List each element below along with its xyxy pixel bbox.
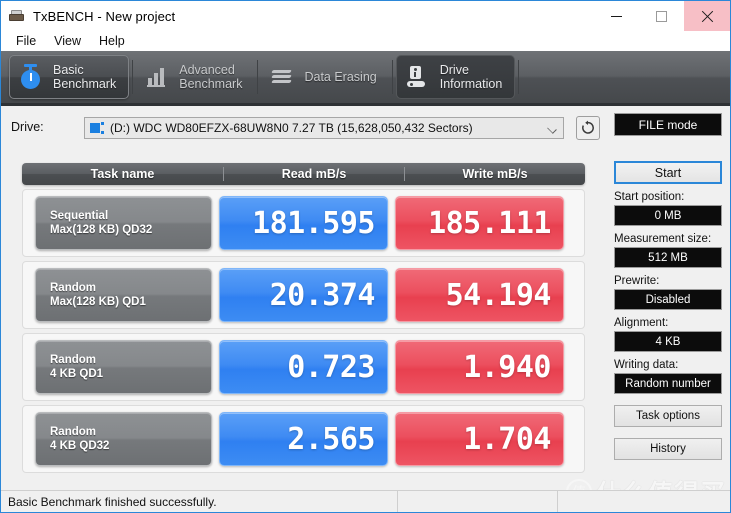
read-value-box: 2.565 — [219, 412, 388, 466]
task-name-line1: Random — [50, 426, 96, 438]
read-value-box: 181.595 — [219, 196, 388, 250]
read-value-box: 20.374 — [219, 268, 388, 322]
rescan-button[interactable] — [576, 116, 600, 140]
close-icon — [701, 10, 714, 23]
menu-item-view[interactable]: View — [45, 33, 90, 49]
read-value: 0.723 — [287, 349, 375, 385]
tab-drive-information[interactable]: Drive Information — [395, 55, 516, 99]
menu-item-file[interactable]: File — [7, 33, 45, 49]
maximize-button[interactable] — [639, 1, 684, 31]
write-value-box: 185.111 — [395, 196, 564, 250]
write-value-box: 54.194 — [395, 268, 564, 322]
menu-bar: File View Help — [1, 31, 730, 51]
txbench-window: TxBENCH - New project File View Help Bas… — [0, 0, 731, 513]
alignment-value[interactable]: 4 KB — [614, 331, 722, 352]
maximize-icon — [656, 10, 667, 22]
task-button[interactable]: Random Max(128 KB) QD1 — [35, 268, 212, 322]
start-button[interactable]: Start — [614, 161, 722, 184]
drive-select-value: (D:) WDC WD80EFZX-68UW8N0 7.27 TB (15,62… — [110, 121, 473, 135]
task-button[interactable]: Sequential Max(128 KB) QD32 — [35, 196, 212, 250]
results-table-header: Task name Read mB/s Write mB/s — [22, 163, 585, 185]
tab-basic-benchmark[interactable]: Basic Benchmark — [9, 55, 130, 99]
drive-select[interactable]: (D:) WDC WD80EFZX-68UW8N0 7.27 TB (15,62… — [84, 117, 564, 139]
task-name-line1: Random — [50, 282, 96, 294]
tab-separator — [518, 60, 520, 94]
read-value-box: 0.723 — [219, 340, 388, 394]
column-header-task-name: Task name — [90, 167, 155, 181]
window-title: TxBENCH - New project — [33, 8, 176, 24]
window-controls — [594, 1, 730, 31]
status-bar: Basic Benchmark finished successfully. — [1, 490, 730, 512]
results-rows: Sequential Max(128 KB) QD32 181.595 185.… — [22, 189, 585, 473]
history-button[interactable]: History — [614, 438, 722, 460]
minimize-icon — [611, 15, 622, 17]
start-position-label: Start position: — [614, 191, 685, 203]
status-message: Basic Benchmark finished successfully. — [8, 494, 217, 509]
tab-advanced-benchmark[interactable]: Advanced Benchmark — [136, 55, 254, 99]
drive-info-icon — [405, 64, 431, 90]
prewrite-label: Prewrite: — [614, 275, 660, 287]
task-options-button[interactable]: Task options — [614, 405, 722, 427]
table-row: Random 4 KB QD1 0.723 1.940 — [22, 333, 585, 401]
task-button[interactable]: Random 4 KB QD32 — [35, 412, 212, 466]
writing-data-label: Writing data: — [614, 359, 679, 371]
drive-select-icon — [90, 121, 105, 135]
writing-data-value[interactable]: Random number — [614, 373, 722, 394]
table-row: Sequential Max(128 KB) QD32 181.595 185.… — [22, 189, 585, 257]
options-panel: FILE mode Start Start position: 0 MB Mea… — [614, 113, 726, 460]
table-row: Random 4 KB QD32 2.565 1.704 — [22, 405, 585, 473]
status-segment-3 — [557, 490, 730, 512]
read-value: 2.565 — [287, 421, 375, 457]
title-bar: TxBENCH - New project — [1, 1, 730, 31]
tab-advanced-benchmark-label: Advanced Benchmark — [179, 62, 243, 92]
write-value: 1.940 — [463, 349, 551, 385]
bar-chart-icon — [144, 64, 170, 90]
table-row: Random Max(128 KB) QD1 20.374 54.194 — [22, 261, 585, 329]
file-mode-button[interactable]: FILE mode — [614, 113, 722, 136]
write-value: 185.111 — [428, 205, 551, 241]
tab-basic-benchmark-label: Basic Benchmark — [53, 62, 117, 92]
tab-separator — [391, 60, 393, 94]
tab-drive-information-label: Drive Information — [439, 62, 503, 92]
tab-separator — [257, 60, 259, 94]
task-name-line2: 4 KB QD1 — [50, 368, 104, 380]
write-value-box: 1.940 — [395, 340, 564, 394]
tab-strip: Basic Benchmark Advanced Benchmark Data … — [1, 51, 730, 106]
tab-data-erasing[interactable]: Data Erasing — [261, 55, 388, 99]
erase-icon — [269, 64, 295, 90]
minimize-button[interactable] — [594, 1, 639, 31]
app-drive-icon — [8, 9, 25, 24]
tab-data-erasing-label: Data Erasing — [304, 69, 377, 84]
write-value-box: 1.704 — [395, 412, 564, 466]
drive-label: Drive: — [11, 120, 44, 134]
write-value: 1.704 — [463, 421, 551, 457]
task-name-line1: Random — [50, 354, 96, 366]
status-segment-2 — [397, 490, 557, 512]
alignment-label: Alignment: — [614, 317, 669, 329]
read-value: 20.374 — [269, 277, 376, 313]
task-name-line1: Sequential — [50, 210, 109, 222]
tab-separator — [132, 60, 134, 94]
menu-item-help[interactable]: Help — [90, 33, 134, 49]
task-button[interactable]: Random 4 KB QD1 — [35, 340, 212, 394]
results-table: Task name Read mB/s Write mB/s Sequentia… — [22, 163, 585, 477]
task-name-line2: 4 KB QD32 — [50, 440, 110, 452]
column-header-write: Write mB/s — [404, 167, 585, 181]
stopwatch-icon — [18, 64, 44, 90]
measurement-size-value[interactable]: 512 MB — [614, 247, 722, 268]
write-value: 54.194 — [445, 277, 552, 313]
task-name-line2: Max(128 KB) QD32 — [50, 224, 153, 236]
task-name-line2: Max(128 KB) QD1 — [50, 296, 146, 308]
chevron-down-icon[interactable] — [547, 124, 557, 134]
start-position-value[interactable]: 0 MB — [614, 205, 722, 226]
prewrite-value[interactable]: Disabled — [614, 289, 722, 310]
close-button[interactable] — [684, 1, 730, 31]
read-value: 181.595 — [252, 205, 375, 241]
measurement-size-label: Measurement size: — [614, 233, 712, 245]
refresh-icon — [582, 120, 594, 134]
column-header-read: Read mB/s — [223, 167, 404, 181]
